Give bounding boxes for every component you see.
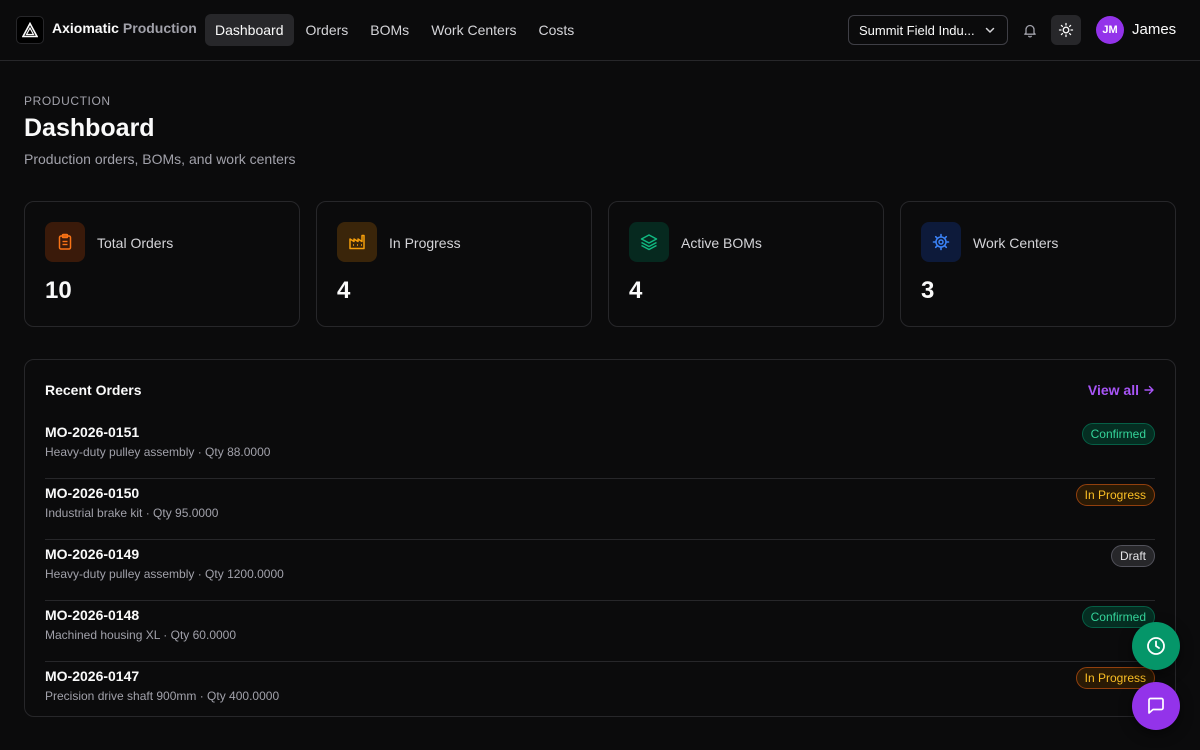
order-row[interactable]: MO-2026-0149 Heavy-duty pulley assembly … [45, 540, 1155, 601]
stat-icon-wrapper [45, 222, 85, 262]
stat-value: 4 [629, 277, 643, 304]
nav-dashboard[interactable]: Dashboard [205, 14, 294, 46]
stat-label: Work Centers [973, 235, 1059, 251]
stat-card-in-progress[interactable]: In Progress 4 [316, 201, 592, 327]
clipboard-icon [58, 233, 72, 250]
nav-work-centers[interactable]: Work Centers [421, 14, 526, 46]
recent-orders-title: Recent Orders [45, 382, 142, 398]
brand-name: Axiomatic Production [52, 20, 197, 36]
order-id: MO-2026-0149 [45, 546, 140, 562]
stat-card-total-orders[interactable]: Total Orders 10 [24, 201, 300, 327]
nav-orders[interactable]: Orders [296, 14, 359, 46]
order-row[interactable]: MO-2026-0147 Precision drive shaft 900mm… [45, 662, 1155, 723]
brand-secondary: Production [122, 20, 197, 36]
sun-icon [1058, 22, 1074, 38]
order-row[interactable]: MO-2026-0148 Machined housing XL · Qty 6… [45, 601, 1155, 662]
order-id: MO-2026-0151 [45, 424, 140, 440]
order-row[interactable]: MO-2026-0150 Industrial brake kit · Qty … [45, 479, 1155, 540]
order-id: MO-2026-0150 [45, 485, 140, 501]
status-badge: Draft [1110, 545, 1155, 567]
stat-icon-wrapper [921, 222, 961, 262]
app-logo[interactable] [16, 16, 44, 44]
top-navigation-bar: Axiomatic Production Dashboard Orders BOM… [0, 0, 1200, 61]
chevron-down-icon [985, 27, 995, 33]
view-all-label: View all [1087, 382, 1139, 398]
order-meta: Precision drive shaft 900mm · Qty 400.00… [45, 689, 280, 703]
factory-icon [349, 234, 365, 250]
view-all-link[interactable]: View all [1088, 382, 1155, 398]
cog-icon [932, 233, 950, 251]
history-fab-button[interactable] [1132, 622, 1180, 670]
stat-value: 10 [45, 277, 72, 304]
page-title: Dashboard [24, 114, 155, 142]
organization-select[interactable]: Summit Field Indu... [848, 15, 1008, 45]
main-nav: Dashboard Orders BOMs Work Centers Costs [205, 14, 584, 46]
nav-boms[interactable]: BOMs [360, 14, 419, 46]
stat-label: In Progress [389, 235, 461, 251]
order-meta: Machined housing XL · Qty 60.0000 [45, 628, 237, 642]
theme-toggle-button[interactable] [1051, 15, 1081, 45]
nav-costs[interactable]: Costs [529, 14, 585, 46]
status-badge: Confirmed [1081, 423, 1155, 445]
order-id: MO-2026-0148 [45, 607, 140, 623]
layers-icon [640, 234, 658, 251]
clock-icon [1147, 637, 1165, 655]
order-row[interactable]: MO-2026-0151 Heavy-duty pulley assembly … [45, 418, 1155, 479]
order-meta: Industrial brake kit · Qty 95.0000 [45, 506, 219, 520]
order-meta: Heavy-duty pulley assembly · Qty 1200.00… [45, 567, 284, 581]
chat-fab-button[interactable] [1132, 682, 1180, 730]
stat-icon-wrapper [629, 222, 669, 262]
status-badge: In Progress [1075, 484, 1155, 506]
page-subtitle: Production orders, BOMs, and work center… [24, 151, 296, 167]
recent-orders-card: Recent Orders View all MO-2026-0151 Heav… [24, 359, 1176, 717]
organization-select-value: Summit Field Indu... [859, 22, 975, 38]
page-eyebrow: PRODUCTION [24, 94, 111, 108]
stat-label: Active BOMs [681, 235, 762, 251]
message-square-icon [1148, 697, 1164, 714]
stat-icon-wrapper [337, 222, 377, 262]
arrow-right-icon [1144, 385, 1154, 395]
stat-card-active-boms[interactable]: Active BOMs 4 [608, 201, 884, 327]
order-id: MO-2026-0147 [45, 668, 140, 684]
logo-triangle-icon [22, 22, 38, 38]
stat-label: Total Orders [97, 235, 174, 251]
stat-card-work-centers[interactable]: Work Centers 3 [900, 201, 1176, 327]
stat-value: 4 [337, 277, 351, 304]
user-avatar[interactable]: JM [1096, 16, 1124, 44]
user-name[interactable]: James [1132, 21, 1176, 38]
stat-value: 3 [921, 277, 935, 304]
brand-primary: Axiomatic [52, 20, 119, 36]
bell-icon [1024, 24, 1036, 38]
order-meta: Heavy-duty pulley assembly · Qty 88.0000 [45, 445, 271, 459]
notifications-button[interactable] [1015, 15, 1045, 45]
